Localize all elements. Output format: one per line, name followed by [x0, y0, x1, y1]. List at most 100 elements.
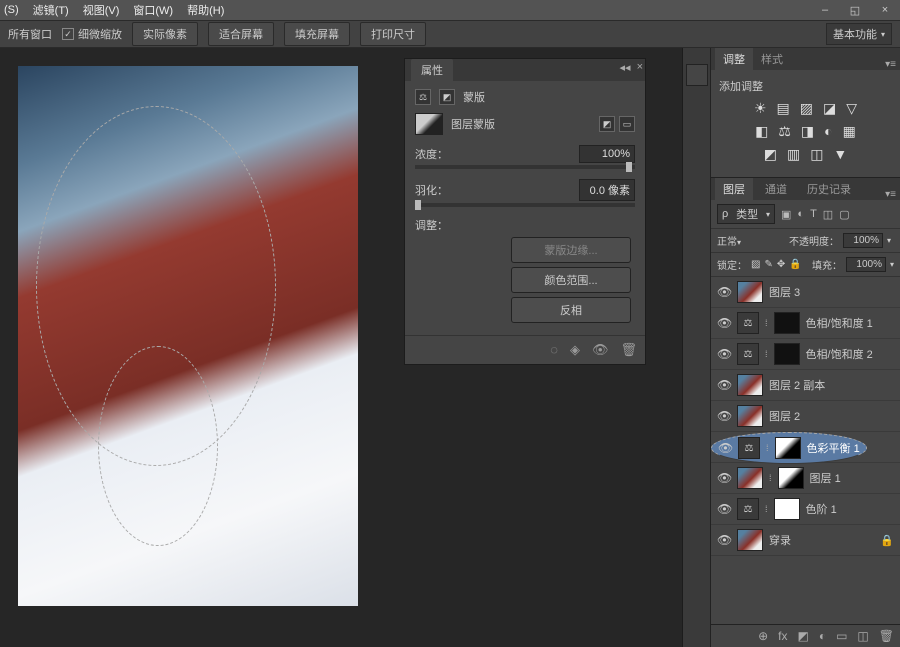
layer-thumbnail — [737, 467, 763, 489]
new-layer-icon[interactable]: ◫ — [857, 629, 868, 643]
filter-type-icon[interactable]: T — [810, 208, 817, 221]
fill-field[interactable]: 100% — [846, 257, 886, 272]
menu-filter[interactable]: 滤镜(T) — [33, 2, 69, 18]
menu-view[interactable]: 视图(V) — [83, 2, 120, 18]
visibility-icon[interactable]: 👁 — [717, 378, 731, 392]
visibility-icon[interactable]: 👁 — [717, 471, 731, 485]
visibility-icon[interactable]: 👁 — [717, 347, 731, 361]
group-icon[interactable]: ▭ — [836, 629, 847, 643]
tab-adjustments[interactable]: 调整 — [715, 48, 753, 70]
mask-icon[interactable]: ◩ — [797, 629, 808, 643]
apply-mask-icon[interactable]: ◈ — [570, 342, 580, 358]
dock-icon-1[interactable] — [686, 64, 708, 86]
photo-filter-icon[interactable]: ◐ — [824, 123, 832, 140]
adjustment-icon[interactable]: ◐ — [819, 629, 826, 643]
exposure-icon[interactable]: ◪ — [823, 100, 836, 117]
layer-list: 👁图层 3👁⚖⁞色相/饱和度 1👁⚖⁞色相/饱和度 2👁图层 2 副本👁图层 2… — [711, 277, 900, 624]
toggle-mask-icon[interactable]: 👁 — [592, 342, 609, 358]
density-slider[interactable] — [415, 165, 635, 169]
lock-transparent-icon[interactable]: ▨ — [751, 259, 760, 270]
link-layers-icon[interactable]: ⊕ — [758, 629, 768, 643]
levels-icon[interactable]: ▤ — [777, 100, 790, 117]
filter-pixel-icon[interactable]: ▣ — [781, 208, 791, 221]
opacity-field[interactable]: 100% — [843, 233, 883, 248]
layer-row[interactable]: 👁穿录🔒 — [711, 525, 900, 556]
blend-mode-dropdown[interactable]: 正常▾ — [717, 233, 785, 248]
collapse-icon[interactable]: ◂◂ — [620, 61, 631, 74]
layers-panel: 图层 通道 历史记录 ▾≡ ρ类型▾ ▣ ◐ T ◫ ▢ — [711, 178, 900, 647]
invert-button[interactable]: 反相 — [511, 297, 631, 323]
layer-row[interactable]: 👁⁞图层 1 — [711, 463, 900, 494]
menu-window[interactable]: 窗口(W) — [133, 2, 173, 18]
brightness-icon[interactable]: ☀ — [754, 100, 767, 117]
workspace-dropdown[interactable]: 基本功能 ▾ — [826, 23, 892, 45]
fx-icon[interactable]: fx — [778, 629, 787, 643]
lock-move-icon[interactable]: ✥ — [777, 259, 785, 270]
visibility-icon[interactable]: 👁 — [717, 285, 731, 299]
fine-zoom-checkbox[interactable]: ✓ 细微缩放 — [62, 26, 122, 42]
bw-icon[interactable]: ◨ — [801, 123, 814, 140]
print-size-button[interactable]: 打印尺寸 — [360, 22, 426, 46]
tab-styles[interactable]: 样式 — [753, 48, 791, 70]
visibility-icon[interactable]: 👁 — [717, 533, 731, 547]
tab-channels[interactable]: 通道 — [757, 178, 795, 200]
adjust-label: 调整： — [415, 217, 635, 233]
mask-thumbnail — [775, 437, 801, 459]
trash-mask-icon[interactable]: 🗑 — [620, 342, 637, 358]
threshold-icon[interactable]: ◫ — [810, 146, 823, 163]
vector-mask-icon[interactable]: ▭ — [619, 116, 635, 132]
tab-history[interactable]: 历史记录 — [799, 178, 859, 200]
layer-row[interactable]: 👁⚖⁞色彩平衡 1 — [711, 432, 867, 464]
visibility-icon[interactable]: 👁 — [717, 502, 731, 516]
minimize-button[interactable]: – — [810, 0, 840, 20]
balance-icon[interactable]: ⚖ — [778, 123, 791, 140]
close-panel-icon[interactable]: × — [637, 61, 643, 74]
fit-screen-button[interactable]: 适合屏幕 — [208, 22, 274, 46]
panel-menu-icon[interactable]: ▾≡ — [885, 189, 896, 200]
color-range-button[interactable]: 颜色范围... — [511, 267, 631, 293]
load-selection-icon[interactable]: ◌ — [550, 342, 558, 358]
lock-all-icon[interactable]: 🔒 — [789, 259, 801, 270]
trash-icon[interactable]: 🗑 — [879, 629, 894, 643]
tab-layers[interactable]: 图层 — [715, 178, 753, 200]
fill-screen-button[interactable]: 填充屏幕 — [284, 22, 350, 46]
visibility-icon[interactable]: 👁 — [718, 441, 732, 455]
lock-paint-icon[interactable]: ✎ — [764, 259, 772, 270]
layer-row[interactable]: 👁⚖⁞色相/饱和度 1 — [711, 308, 900, 339]
filter-smart-icon[interactable]: ▢ — [839, 208, 849, 221]
filter-adjust-icon[interactable]: ◐ — [797, 208, 804, 221]
pixel-mask-icon[interactable]: ◩ — [599, 116, 615, 132]
close-button[interactable]: × — [870, 0, 900, 20]
invert-icon[interactable]: ◩ — [764, 146, 777, 163]
all-windows-label: 所有窗口 — [8, 26, 52, 42]
visibility-icon[interactable]: 👁 — [717, 316, 731, 330]
mask-thumbnail — [778, 467, 804, 489]
actual-pixels-button[interactable]: 实际像素 — [132, 22, 198, 46]
visibility-icon[interactable]: 👁 — [717, 409, 731, 423]
panel-menu-icon[interactable]: ▾≡ — [885, 59, 896, 70]
hue-icon[interactable]: ◧ — [755, 123, 768, 140]
mask-edge-button[interactable]: 蒙版边缘... — [511, 237, 631, 263]
tab-properties[interactable]: 属性 — [411, 59, 453, 81]
maximize-button[interactable]: ◱ — [840, 0, 870, 20]
poster-icon[interactable]: ▥ — [787, 146, 800, 163]
menu-select[interactable]: (S) — [4, 4, 19, 16]
gradient-icon[interactable]: ▼ — [833, 146, 847, 163]
feather-slider[interactable] — [415, 203, 635, 207]
layer-row[interactable]: 👁图层 3 — [711, 277, 900, 308]
curves-icon[interactable]: ▨ — [800, 100, 813, 117]
density-field[interactable]: 100% — [579, 145, 635, 163]
filter-shape-icon[interactable]: ◫ — [823, 208, 833, 221]
menu-help[interactable]: 帮助(H) — [187, 2, 224, 18]
layer-row[interactable]: 👁图层 2 — [711, 401, 900, 432]
add-adjustment-label: 添加调整 — [719, 78, 892, 94]
mask-mode-icon[interactable]: ◩ — [439, 89, 455, 105]
mixer-icon[interactable]: ▦ — [843, 123, 856, 140]
feather-field[interactable]: 0.0 像素 — [579, 179, 635, 201]
layer-row[interactable]: 👁⚖⁞色相/饱和度 2 — [711, 339, 900, 370]
layer-row[interactable]: 👁⚖⁞色阶 1 — [711, 494, 900, 525]
vibrance-icon[interactable]: ▽ — [846, 100, 857, 117]
filter-kind-dropdown[interactable]: ρ类型▾ — [717, 204, 775, 224]
document-canvas[interactable] — [18, 66, 358, 606]
layer-row[interactable]: 👁图层 2 副本 — [711, 370, 900, 401]
